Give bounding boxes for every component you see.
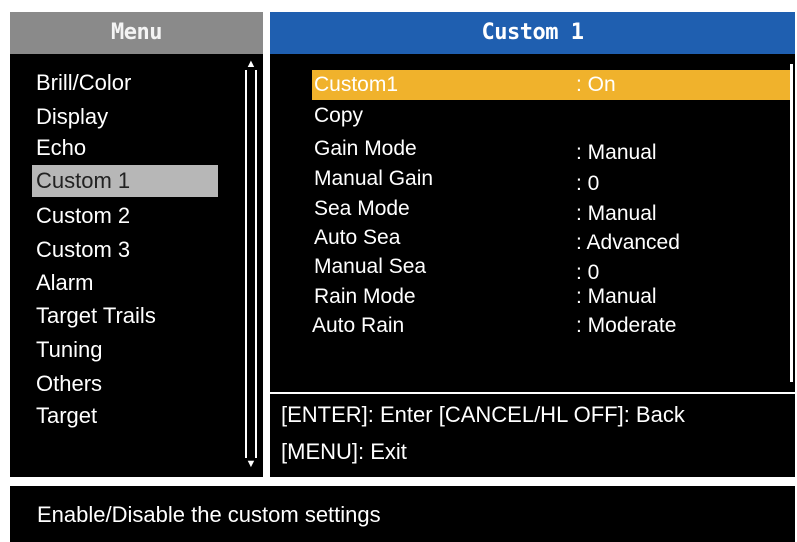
menu-scrollbar[interactable] — [245, 64, 257, 469]
key-help-line-2: [MENU]: Exit — [281, 439, 407, 464]
menu-item-alarm[interactable]: Alarm — [32, 267, 218, 299]
menu-item-display[interactable]: Display — [32, 101, 218, 133]
setting-value: : On — [576, 73, 616, 96]
help-panel: Enable/Disable the custom settings — [10, 486, 795, 542]
setting-row-copy[interactable]: Copy — [312, 101, 790, 131]
setting-row-manual-sea[interactable]: Manual Sea : 0 — [312, 252, 790, 284]
divider — [270, 392, 795, 394]
setting-label: Manual Gain — [314, 167, 434, 190]
setting-row-gain-mode[interactable]: Gain Mode : Manual — [312, 134, 790, 164]
menu-item-custom-2[interactable]: Custom 2 — [32, 200, 218, 232]
setting-row-auto-sea[interactable]: Auto Sea : Advanced — [312, 223, 790, 254]
menu-item-target-trails[interactable]: Target Trails — [32, 300, 218, 332]
menu-item-custom-1[interactable]: Custom 1 — [32, 165, 218, 197]
setting-label: Sea Mode — [314, 197, 410, 220]
menu-item-others[interactable]: Others — [32, 368, 218, 400]
setting-label: Gain Mode — [314, 137, 417, 160]
help-text: Enable/Disable the custom settings — [37, 502, 381, 527]
setting-label: Rain Mode — [314, 285, 416, 308]
setting-row-auto-rain[interactable]: Auto Rain : Moderate — [312, 311, 790, 341]
custom-title: Custom 1 — [270, 12, 795, 54]
menu-item-brill-color[interactable]: Brill/Color — [32, 67, 218, 99]
menu-item-target[interactable]: Target — [32, 400, 218, 432]
setting-label: Auto Rain — [312, 314, 405, 337]
setting-label: Copy — [314, 104, 364, 127]
setting-label: Auto Sea — [314, 226, 401, 249]
setting-label: Custom1 — [314, 73, 399, 96]
setting-row-manual-gain[interactable]: Manual Gain : 0 — [312, 164, 790, 195]
custom-panel: Custom 1 Custom1 : On Copy Gain Mode : M… — [270, 12, 795, 477]
menu-title: Menu — [10, 12, 263, 54]
setting-row-sea-mode[interactable]: Sea Mode : Manual — [312, 194, 790, 225]
menu-item-tuning[interactable]: Tuning — [32, 334, 218, 366]
setting-row-rain-mode[interactable]: Rain Mode : Manual — [312, 282, 790, 312]
setting-value: : Moderate — [576, 314, 677, 337]
scroll-up-arrow-icon[interactable]: ▲ — [244, 58, 258, 70]
menu-item-custom-3[interactable]: Custom 3 — [32, 234, 218, 266]
menu-panel: Menu Brill/Color Display Echo Custom 1 C… — [10, 12, 263, 477]
setting-row-custom1[interactable]: Custom1 : On — [312, 70, 790, 100]
setting-label: Manual Sea — [314, 255, 427, 278]
menu-item-echo[interactable]: Echo — [32, 132, 218, 164]
key-help-line-1: [ENTER]: Enter [CANCEL/HL OFF]: Back — [281, 402, 685, 427]
setting-value: : Manual — [576, 285, 657, 308]
scroll-down-arrow-icon[interactable]: ▼ — [244, 458, 258, 470]
settings-scrollbar[interactable] — [790, 64, 793, 382]
